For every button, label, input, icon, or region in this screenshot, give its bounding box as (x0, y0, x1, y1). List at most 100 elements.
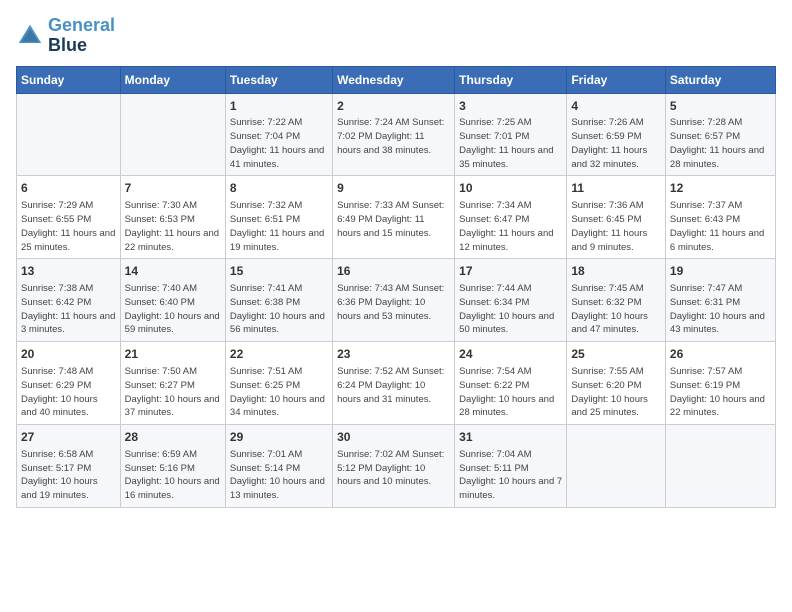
calendar-cell: 6 Sunrise: 7:29 AM Sunset: 6:55 PM Daylig… (17, 176, 121, 259)
cell-text: Sunrise: 7:04 AM Sunset: 5:11 PM Dayligh… (459, 448, 562, 503)
cell-text: Sunrise: 7:57 AM Sunset: 6:19 PM Dayligh… (670, 365, 771, 420)
calendar-cell (567, 425, 666, 508)
cell-text: Sunrise: 7:44 AM Sunset: 6:34 PM Dayligh… (459, 282, 562, 337)
header-wednesday: Wednesday (333, 66, 455, 93)
calendar-cell: 15 Sunrise: 7:41 AM Sunset: 6:38 PM Dayli… (225, 259, 332, 342)
calendar-cell: 12 Sunrise: 7:37 AM Sunset: 6:43 PM Dayli… (665, 176, 775, 259)
week-row-5: 27 Sunrise: 6:58 AM Sunset: 5:17 PM Dayli… (17, 425, 776, 508)
calendar-cell: 23 Sunrise: 7:52 AM Sunset: 6:24 PM Dayli… (333, 342, 455, 425)
day-number: 30 (337, 429, 450, 446)
day-number: 9 (337, 180, 450, 197)
day-number: 17 (459, 263, 562, 280)
day-number: 8 (230, 180, 328, 197)
calendar-cell: 1Sunrise: 7:22 AM Sunset: 7:04 PM Daylig… (225, 93, 332, 176)
week-row-3: 13 Sunrise: 7:38 AM Sunset: 6:42 PM Dayli… (17, 259, 776, 342)
day-number: 27 (21, 429, 116, 446)
cell-text: Sunrise: 7:54 AM Sunset: 6:22 PM Dayligh… (459, 365, 562, 420)
day-number: 26 (670, 346, 771, 363)
logo-text: General Blue (48, 16, 115, 56)
calendar-cell: 24 Sunrise: 7:54 AM Sunset: 6:22 PM Dayli… (455, 342, 567, 425)
calendar-cell: 3Sunrise: 7:25 AM Sunset: 7:01 PM Daylig… (455, 93, 567, 176)
calendar-cell: 2Sunrise: 7:24 AM Sunset: 7:02 PM Daylig… (333, 93, 455, 176)
cell-text: Sunrise: 7:48 AM Sunset: 6:29 PM Dayligh… (21, 365, 116, 420)
calendar-cell: 20 Sunrise: 7:48 AM Sunset: 6:29 PM Dayli… (17, 342, 121, 425)
calendar-cell (120, 93, 225, 176)
header-monday: Monday (120, 66, 225, 93)
day-number: 29 (230, 429, 328, 446)
cell-text: Sunrise: 7:41 AM Sunset: 6:38 PM Dayligh… (230, 282, 328, 337)
cell-text: Sunrise: 7:29 AM Sunset: 6:55 PM Dayligh… (21, 199, 116, 254)
calendar-cell: 22 Sunrise: 7:51 AM Sunset: 6:25 PM Dayli… (225, 342, 332, 425)
calendar-cell: 8Sunrise: 7:32 AM Sunset: 6:51 PM Daylig… (225, 176, 332, 259)
day-number: 15 (230, 263, 328, 280)
calendar-cell (17, 93, 121, 176)
day-number: 11 (571, 180, 661, 197)
calendar-body: 1Sunrise: 7:22 AM Sunset: 7:04 PM Daylig… (17, 93, 776, 507)
header-saturday: Saturday (665, 66, 775, 93)
calendar-cell: 26 Sunrise: 7:57 AM Sunset: 6:19 PM Dayli… (665, 342, 775, 425)
cell-text: Sunrise: 7:43 AM Sunset: 6:36 PM Dayligh… (337, 282, 450, 323)
calendar-cell: 10 Sunrise: 7:34 AM Sunset: 6:47 PM Dayli… (455, 176, 567, 259)
calendar-cell: 13 Sunrise: 7:38 AM Sunset: 6:42 PM Dayli… (17, 259, 121, 342)
cell-text: Sunrise: 7:40 AM Sunset: 6:40 PM Dayligh… (125, 282, 221, 337)
header-thursday: Thursday (455, 66, 567, 93)
day-number: 16 (337, 263, 450, 280)
cell-text: Sunrise: 6:58 AM Sunset: 5:17 PM Dayligh… (21, 448, 116, 503)
day-number: 3 (459, 98, 562, 115)
calendar-cell: 18 Sunrise: 7:45 AM Sunset: 6:32 PM Dayli… (567, 259, 666, 342)
cell-text: Sunrise: 7:52 AM Sunset: 6:24 PM Dayligh… (337, 365, 450, 406)
header-row: SundayMondayTuesdayWednesdayThursdayFrid… (17, 66, 776, 93)
calendar-cell: 5Sunrise: 7:28 AM Sunset: 6:57 PM Daylig… (665, 93, 775, 176)
cell-text: Sunrise: 7:47 AM Sunset: 6:31 PM Dayligh… (670, 282, 771, 337)
calendar-cell (665, 425, 775, 508)
day-number: 31 (459, 429, 562, 446)
cell-text: Sunrise: 7:37 AM Sunset: 6:43 PM Dayligh… (670, 199, 771, 254)
day-number: 6 (21, 180, 116, 197)
day-number: 23 (337, 346, 450, 363)
week-row-4: 20 Sunrise: 7:48 AM Sunset: 6:29 PM Dayli… (17, 342, 776, 425)
day-number: 14 (125, 263, 221, 280)
logo-icon (16, 22, 44, 50)
calendar-cell: 29 Sunrise: 7:01 AM Sunset: 5:14 PM Dayli… (225, 425, 332, 508)
cell-text: Sunrise: 7:01 AM Sunset: 5:14 PM Dayligh… (230, 448, 328, 503)
cell-text: Sunrise: 7:24 AM Sunset: 7:02 PM Dayligh… (337, 116, 450, 157)
header-sunday: Sunday (17, 66, 121, 93)
day-number: 2 (337, 98, 450, 115)
calendar-cell: 16 Sunrise: 7:43 AM Sunset: 6:36 PM Dayli… (333, 259, 455, 342)
calendar-cell: 28Sunrise: 6:59 AM Sunset: 5:16 PM Dayli… (120, 425, 225, 508)
cell-text: Sunrise: 7:36 AM Sunset: 6:45 PM Dayligh… (571, 199, 661, 254)
calendar-cell: 7Sunrise: 7:30 AM Sunset: 6:53 PM Daylig… (120, 176, 225, 259)
day-number: 13 (21, 263, 116, 280)
cell-text: Sunrise: 7:38 AM Sunset: 6:42 PM Dayligh… (21, 282, 116, 337)
cell-text: Sunrise: 7:50 AM Sunset: 6:27 PM Dayligh… (125, 365, 221, 420)
calendar-cell: 27 Sunrise: 6:58 AM Sunset: 5:17 PM Dayli… (17, 425, 121, 508)
day-number: 24 (459, 346, 562, 363)
cell-text: Sunrise: 7:02 AM Sunset: 5:12 PM Dayligh… (337, 448, 450, 489)
calendar-cell: 14 Sunrise: 7:40 AM Sunset: 6:40 PM Dayli… (120, 259, 225, 342)
calendar-cell: 9 Sunrise: 7:33 AM Sunset: 6:49 PM Daylig… (333, 176, 455, 259)
calendar-header: SundayMondayTuesdayWednesdayThursdayFrid… (17, 66, 776, 93)
cell-text: Sunrise: 7:34 AM Sunset: 6:47 PM Dayligh… (459, 199, 562, 254)
day-number: 19 (670, 263, 771, 280)
day-number: 12 (670, 180, 771, 197)
cell-text: Sunrise: 7:33 AM Sunset: 6:49 PM Dayligh… (337, 199, 450, 240)
day-number: 1 (230, 98, 328, 115)
day-number: 20 (21, 346, 116, 363)
logo: General Blue (16, 16, 115, 56)
day-number: 10 (459, 180, 562, 197)
cell-text: Sunrise: 7:28 AM Sunset: 6:57 PM Dayligh… (670, 116, 771, 171)
cell-text: Sunrise: 7:45 AM Sunset: 6:32 PM Dayligh… (571, 282, 661, 337)
day-number: 18 (571, 263, 661, 280)
day-number: 22 (230, 346, 328, 363)
day-number: 4 (571, 98, 661, 115)
week-row-1: 1Sunrise: 7:22 AM Sunset: 7:04 PM Daylig… (17, 93, 776, 176)
calendar-cell: 31 Sunrise: 7:04 AM Sunset: 5:11 PM Dayli… (455, 425, 567, 508)
cell-text: Sunrise: 7:22 AM Sunset: 7:04 PM Dayligh… (230, 116, 328, 171)
week-row-2: 6 Sunrise: 7:29 AM Sunset: 6:55 PM Daylig… (17, 176, 776, 259)
day-number: 21 (125, 346, 221, 363)
cell-text: Sunrise: 7:51 AM Sunset: 6:25 PM Dayligh… (230, 365, 328, 420)
cell-text: Sunrise: 7:30 AM Sunset: 6:53 PM Dayligh… (125, 199, 221, 254)
calendar-cell: 11 Sunrise: 7:36 AM Sunset: 6:45 PM Dayli… (567, 176, 666, 259)
header-tuesday: Tuesday (225, 66, 332, 93)
day-number: 25 (571, 346, 661, 363)
